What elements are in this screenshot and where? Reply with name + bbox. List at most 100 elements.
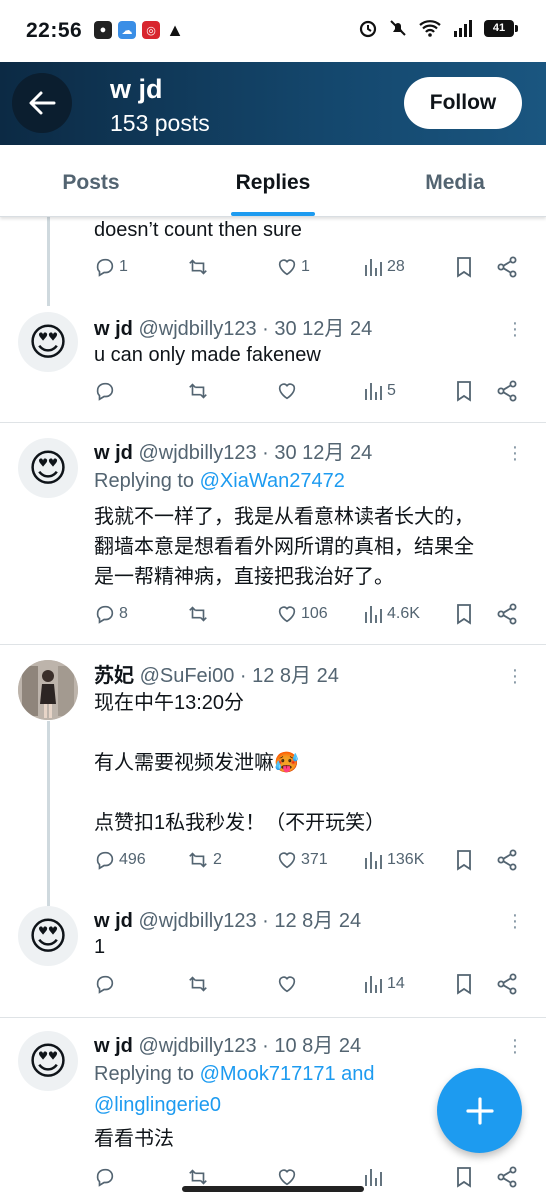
heart-icon	[278, 976, 296, 993]
penguin-app-icon: ●	[94, 21, 112, 39]
like-count: 106	[301, 605, 328, 622]
views-button[interactable]: 5	[364, 380, 396, 402]
handle-date: @SuFei00 · 12 8月 24	[139, 665, 339, 687]
mention-link[interactable]: @XiaWan27472	[200, 470, 345, 492]
display-name[interactable]: w jd	[94, 910, 133, 932]
more-options-button[interactable]: · · ·	[505, 660, 525, 692]
like-button[interactable]	[276, 380, 301, 402]
post-meta: w jd @wjdbilly123 · 10 8月 24	[94, 1029, 361, 1058]
active-tab-indicator	[231, 212, 315, 216]
views-button[interactable]	[364, 1166, 384, 1188]
repost-button[interactable]	[186, 256, 213, 278]
divider	[0, 644, 546, 645]
views-button[interactable]: 136K	[364, 849, 424, 871]
reply-icon	[96, 258, 114, 277]
share-button[interactable]	[496, 849, 518, 871]
avatar[interactable]: 😍	[18, 312, 78, 372]
display-name[interactable]: w jd	[94, 1035, 133, 1057]
views-chart-icon	[365, 606, 382, 623]
handle-date: @wjdbilly123 · 30 12月 24	[138, 442, 373, 464]
like-button[interactable]: 1	[276, 256, 310, 278]
status-bar: 22:56 ● ☁ ◎ ▲ 41	[0, 0, 546, 62]
bookmark-icon	[457, 850, 471, 871]
avatar[interactable]: 😍	[18, 906, 78, 966]
more-options-button[interactable]: · · ·	[505, 1030, 525, 1062]
profile-header: w jd 153 posts Follow	[0, 62, 546, 145]
replies-feed[interactable]: doesn’t count then sure 1 1 28 😍 w jd @w…	[0, 216, 546, 1200]
repost-button[interactable]: 2	[186, 849, 222, 871]
like-button[interactable]: 106	[276, 603, 328, 625]
reply-button[interactable]: 8	[94, 603, 128, 625]
reply-button[interactable]	[94, 973, 119, 995]
repost-button[interactable]	[186, 380, 213, 402]
views-chart-icon	[365, 976, 382, 993]
gesture-home-bar[interactable]	[182, 1186, 364, 1192]
view-count: 4.6K	[387, 605, 420, 622]
bookmark-button[interactable]	[454, 1166, 474, 1188]
back-arrow-icon	[29, 91, 56, 115]
tab-replies[interactable]: Replies	[182, 145, 364, 216]
bookmark-icon	[457, 604, 471, 625]
share-button[interactable]	[496, 603, 518, 625]
more-options-button[interactable]: · · ·	[505, 437, 525, 469]
views-button[interactable]: 28	[364, 256, 405, 278]
more-options-button[interactable]: · · ·	[505, 905, 525, 937]
post-meta: w jd @wjdbilly123 · 30 12月 24	[94, 436, 372, 465]
views-button[interactable]: 14	[364, 973, 405, 995]
back-button[interactable]	[12, 73, 72, 133]
view-count: 136K	[387, 851, 425, 868]
repost-button[interactable]	[186, 603, 213, 625]
share-button[interactable]	[496, 1166, 518, 1188]
avatar[interactable]	[18, 660, 78, 720]
reply-button[interactable]: 496	[94, 849, 146, 871]
heart-eyes-emoji-icon: 😍	[28, 447, 68, 490]
reply-button[interactable]: 1	[94, 256, 128, 278]
reply-button[interactable]	[94, 380, 119, 402]
views-button[interactable]: 4.6K	[364, 603, 420, 625]
more-options-button[interactable]: · · ·	[505, 313, 525, 345]
repost-button[interactable]	[186, 1166, 210, 1188]
replying-to: Replying to @XiaWan27472	[94, 466, 345, 497]
display-name[interactable]: w jd	[94, 442, 133, 464]
reply-button[interactable]	[94, 1166, 116, 1188]
share-icon	[497, 256, 517, 278]
mention-link[interactable]: @linglingerie0	[94, 1094, 221, 1116]
share-button[interactable]	[496, 973, 518, 995]
mute-icon	[390, 20, 406, 36]
like-count: 371	[301, 851, 328, 868]
battery-icon: 41	[484, 19, 518, 37]
post-meta: w jd @wjdbilly123 · 30 12月 24	[94, 312, 372, 341]
display-name[interactable]: w jd	[94, 318, 133, 340]
bookmark-button[interactable]	[454, 849, 474, 871]
like-button[interactable]: 371	[276, 849, 328, 871]
mention-link[interactable]: @Mook717171 and	[200, 1063, 375, 1085]
tab-label: Posts	[62, 171, 120, 194]
repost-button[interactable]	[186, 973, 213, 995]
post-actions: 14	[0, 973, 546, 1003]
avatar[interactable]: 😍	[18, 438, 78, 498]
profile-tabs: Posts Replies Media	[0, 145, 546, 217]
avatar[interactable]: 😍	[18, 1031, 78, 1091]
like-button[interactable]	[276, 1166, 298, 1188]
display-name[interactable]: 苏妃	[94, 665, 134, 687]
tab-media[interactable]: Media	[364, 145, 546, 216]
like-button[interactable]	[276, 973, 301, 995]
follow-button[interactable]: Follow	[404, 77, 522, 129]
compose-post-button[interactable]	[437, 1068, 522, 1153]
views-chart-icon	[365, 383, 382, 400]
signal-icon	[454, 20, 472, 37]
share-button[interactable]	[496, 256, 518, 278]
bookmark-button[interactable]	[454, 256, 474, 278]
post-count: 153 posts	[110, 110, 210, 136]
wifi-icon	[419, 20, 441, 37]
repost-count: 2	[213, 851, 222, 868]
bookmark-button[interactable]	[454, 380, 474, 402]
share-button[interactable]	[496, 380, 518, 402]
repost-icon	[189, 976, 207, 992]
tab-posts[interactable]: Posts	[0, 145, 182, 216]
heart-eyes-emoji-icon: 😍	[28, 321, 68, 364]
bookmark-button[interactable]	[454, 603, 474, 625]
profile-photo-icon	[18, 660, 78, 720]
bookmark-button[interactable]	[454, 973, 474, 995]
divider	[0, 1017, 546, 1018]
